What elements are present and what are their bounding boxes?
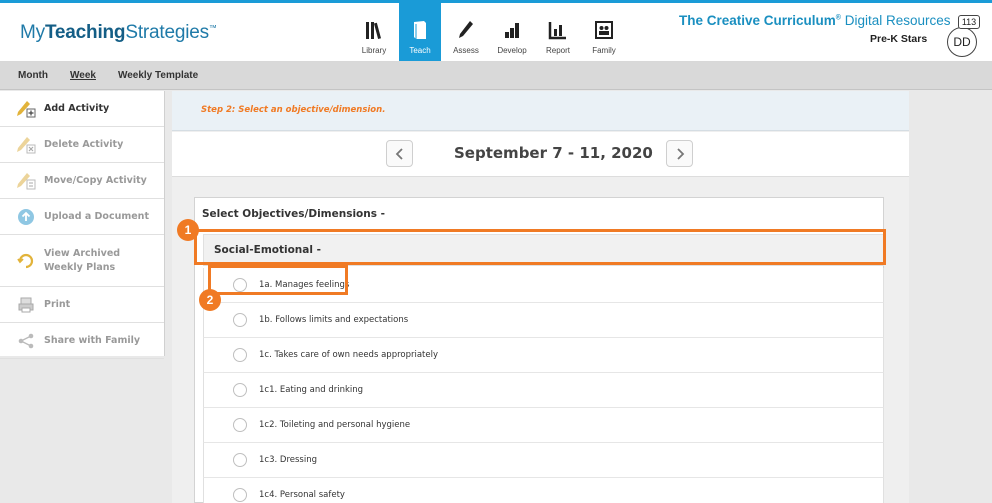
objective-radio[interactable] <box>233 313 247 327</box>
sidebar-item-upload-document[interactable]: Upload a Document <box>0 199 164 235</box>
objective-label: 1c. Takes care of own needs appropriatel… <box>259 350 439 360</box>
objective-item-1a[interactable]: 1a. Manages feelings <box>203 268 884 303</box>
class-name[interactable]: Pre-K Stars <box>870 33 927 45</box>
subnav-weekly-template[interactable]: Weekly Template <box>118 70 198 81</box>
sidebar-item-print[interactable]: Print <box>0 287 164 323</box>
library-icon <box>363 19 385 41</box>
sidebar-item-move-copy-activity[interactable]: Move/Copy Activity <box>0 163 164 199</box>
move-copy-icon <box>16 172 36 190</box>
sidebar-item-label: Delete Activity <box>44 138 124 150</box>
nav-library-label: Library <box>361 46 387 55</box>
objective-radio[interactable] <box>233 418 247 432</box>
objective-label: 1c1. Eating and drinking <box>259 385 364 395</box>
step-instruction: Step 2: Select an objective/dimension. <box>201 105 386 115</box>
sidebar-item-label: Print <box>44 298 71 310</box>
nav-develop-label: Develop <box>497 46 527 55</box>
assess-icon <box>455 19 477 41</box>
family-icon <box>593 19 615 41</box>
print-icon <box>16 296 36 314</box>
objective-label: 1a. Manages feelings <box>259 280 350 290</box>
add-activity-icon <box>16 100 36 118</box>
action-sidebar: Add Activity Delete Activity Move/Copy A… <box>0 91 165 359</box>
share-icon <box>16 332 36 350</box>
nav-assess-label: Assess <box>453 46 479 55</box>
objective-radio[interactable] <box>233 488 247 502</box>
nav-develop[interactable]: Develop <box>491 3 533 61</box>
nav-teach[interactable]: Teach <box>399 3 441 61</box>
sidebar-item-label: Upload a Document <box>44 210 149 222</box>
callout-number-2: 2 <box>199 289 221 311</box>
top-header: MyTeachingStrategies™ Library Teach Asse… <box>0 0 992 62</box>
main-content: Step 2: Select an objective/dimension. S… <box>172 91 909 503</box>
creative-curriculum-brand[interactable]: The Creative Curriculum® Digital Resourc… <box>679 13 951 28</box>
sidebar-item-share-family[interactable]: Share with Family <box>0 323 164 359</box>
objective-label: 1c2. Toileting and personal hygiene <box>259 420 411 430</box>
nav-library[interactable]: Library <box>353 3 395 61</box>
callout-number-1: 1 <box>177 219 199 241</box>
chevron-right-icon <box>676 147 684 160</box>
objective-item-1b[interactable]: 1b. Follows limits and expectations <box>203 303 884 338</box>
objective-radio[interactable] <box>233 453 247 467</box>
avatar[interactable]: DD <box>947 27 977 57</box>
sidebar-item-view-archived[interactable]: View Archived Weekly Plans <box>0 235 164 287</box>
date-range: September 7 - 11, 2020 <box>454 144 653 162</box>
subnav-month[interactable]: Month <box>18 70 48 81</box>
week-navigator: September 7 - 11, 2020 <box>172 132 909 177</box>
sidebar-item-label: Move/Copy Activity <box>44 174 147 186</box>
objective-item-1c3[interactable]: 1c3. Dressing <box>203 443 884 478</box>
upload-icon <box>16 208 36 226</box>
notification-badge[interactable]: 113 <box>958 15 980 29</box>
sidebar-item-label: Add Activity <box>44 102 110 114</box>
archive-icon <box>16 252 36 270</box>
objectives-panel: Select Objectives/Dimensions - Social-Em… <box>194 197 884 503</box>
nav-family[interactable]: Family <box>583 3 625 61</box>
objective-item-1c[interactable]: 1c. Takes care of own needs appropriatel… <box>203 338 884 373</box>
teach-icon <box>409 19 431 41</box>
objective-label: 1b. Follows limits and expectations <box>259 315 409 325</box>
step-instruction-bar: Step 2: Select an objective/dimension. <box>172 91 909 131</box>
objective-label: 1c3. Dressing <box>259 455 317 465</box>
nav-family-label: Family <box>592 46 616 55</box>
objective-label: 1c4. Personal safety <box>259 490 345 500</box>
main-nav: Library Teach Assess Develop Report Fami… <box>353 3 629 61</box>
objective-radio[interactable] <box>233 383 247 397</box>
mts-logo[interactable]: MyTeachingStrategies™ <box>20 22 217 44</box>
objective-item-1c4[interactable]: 1c4. Personal safety <box>203 478 884 503</box>
objective-radio[interactable] <box>233 278 247 292</box>
objectives-panel-title[interactable]: Select Objectives/Dimensions - <box>195 198 883 230</box>
objective-list: 1a. Manages feelings 1b. Follows limits … <box>203 268 884 503</box>
chevron-left-icon <box>395 147 403 160</box>
objective-item-1c2[interactable]: 1c2. Toileting and personal hygiene <box>203 408 884 443</box>
objective-radio[interactable] <box>233 348 247 362</box>
nav-teach-label: Teach <box>409 46 431 55</box>
domain-social-emotional[interactable]: Social-Emotional - <box>203 234 884 266</box>
sidebar-item-label: Share with Family <box>44 334 141 346</box>
previous-week-button[interactable] <box>386 140 413 167</box>
subnav-week[interactable]: Week <box>70 70 96 81</box>
sidebar-item-add-activity[interactable]: Add Activity <box>0 91 164 127</box>
nav-assess[interactable]: Assess <box>445 3 487 61</box>
sidebar-item-label: View Archived Weekly Plans <box>44 247 121 273</box>
next-week-button[interactable] <box>666 140 693 167</box>
sidebar-item-delete-activity[interactable]: Delete Activity <box>0 127 164 163</box>
nav-report[interactable]: Report <box>537 3 579 61</box>
delete-activity-icon <box>16 136 36 154</box>
develop-icon <box>501 19 523 41</box>
objective-item-1c1[interactable]: 1c1. Eating and drinking <box>203 373 884 408</box>
nav-report-label: Report <box>545 46 570 55</box>
view-subnav: Month Week Weekly Template <box>0 62 992 90</box>
report-icon <box>547 19 569 41</box>
